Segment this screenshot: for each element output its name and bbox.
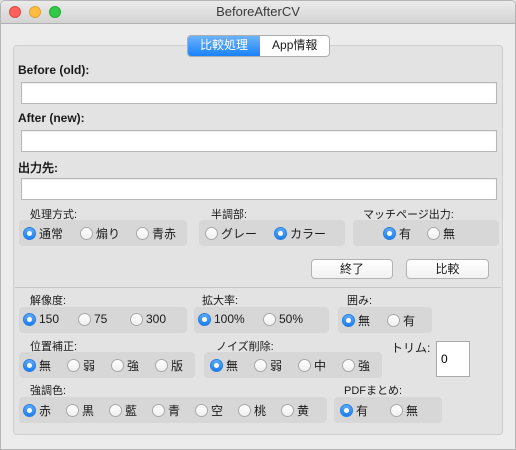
output-label: 出力先:	[18, 161, 58, 175]
radio-unselected-icon	[281, 404, 294, 417]
radio-unselected-icon	[155, 359, 168, 372]
resolution-group: 150 75 300	[19, 307, 187, 333]
radio-selected-icon	[23, 404, 36, 417]
radio-unselected-icon	[66, 404, 79, 417]
zoom-group: 100% 50%	[194, 307, 329, 333]
position-group: 無 弱 強 版	[19, 352, 195, 378]
highlight-option-sky[interactable]: 空	[195, 402, 223, 419]
before-input[interactable]	[21, 82, 497, 104]
noise-option-weak[interactable]: 弱	[254, 357, 282, 374]
processing-option-aori[interactable]: 煽り	[80, 225, 120, 242]
radio-unselected-icon	[111, 359, 124, 372]
radio-selected-icon	[274, 227, 287, 240]
pdf-merge-group-label: PDFまとめ:	[344, 385, 403, 397]
radio-selected-icon	[383, 227, 396, 240]
radio-unselected-icon	[109, 404, 122, 417]
trim-label: トリム:	[391, 341, 431, 355]
radio-unselected-icon	[80, 227, 93, 240]
noise-option-none[interactable]: 無	[210, 357, 238, 374]
highlight-group: 赤 黒 藍 青 空 桃 黄	[19, 397, 327, 423]
highlight-option-black[interactable]: 黒	[66, 402, 94, 419]
highlight-option-yellow[interactable]: 黄	[281, 402, 309, 419]
position-option-plate[interactable]: 版	[155, 357, 183, 374]
frame-group-label: 囲み:	[347, 295, 373, 307]
match-page-group: 有 無	[353, 220, 499, 246]
radio-selected-icon	[210, 359, 223, 372]
radio-unselected-icon	[136, 227, 149, 240]
pdf-merge-option-yes[interactable]: 有	[340, 402, 368, 419]
radio-selected-icon	[342, 314, 355, 327]
radio-unselected-icon	[78, 312, 91, 326]
title-bar: BeforeAfterCV	[1, 1, 515, 24]
radio-unselected-icon	[298, 359, 311, 372]
section-divider	[15, 287, 501, 288]
radio-unselected-icon	[390, 404, 403, 417]
noise-option-strong[interactable]: 強	[342, 357, 370, 374]
processing-option-normal[interactable]: 通常	[23, 225, 63, 242]
match-page-option-no[interactable]: 無	[427, 225, 455, 242]
radio-unselected-icon	[152, 404, 165, 417]
after-label: After (new):	[18, 111, 85, 125]
radio-unselected-icon	[263, 312, 276, 326]
position-option-strong[interactable]: 強	[111, 357, 139, 374]
highlight-group-label: 強調色:	[30, 385, 67, 397]
position-option-weak[interactable]: 弱	[67, 357, 95, 374]
window-title: BeforeAfterCV	[216, 4, 300, 19]
radio-unselected-icon	[67, 359, 80, 372]
pdf-merge-group: 有 無	[334, 397, 442, 423]
highlight-option-indigo[interactable]: 藍	[109, 402, 137, 419]
tab-bar: 比較処理 App情報	[187, 35, 331, 57]
radio-unselected-icon	[387, 314, 400, 327]
resolution-option-300[interactable]: 300	[130, 312, 166, 326]
halftone-group: グレー カラー	[199, 220, 345, 246]
before-label: Before (old):	[18, 63, 90, 77]
tab-compare[interactable]: 比較処理	[188, 36, 261, 56]
zoom-group-label: 拡大率:	[202, 295, 239, 307]
finish-button[interactable]: 終了	[311, 259, 393, 279]
highlight-option-red[interactable]: 赤	[23, 402, 51, 419]
resolution-option-150[interactable]: 150	[23, 312, 59, 326]
match-page-option-yes[interactable]: 有	[383, 225, 411, 242]
radio-unselected-icon	[254, 359, 267, 372]
radio-selected-icon	[23, 312, 36, 326]
radio-unselected-icon	[130, 312, 143, 326]
radio-unselected-icon	[238, 404, 251, 417]
resolution-option-75[interactable]: 75	[78, 312, 107, 326]
halftone-option-gray[interactable]: グレー	[205, 225, 257, 242]
highlight-option-blue[interactable]: 青	[152, 402, 180, 419]
radio-unselected-icon	[195, 404, 208, 417]
processing-option-blue-red[interactable]: 青赤	[136, 225, 176, 242]
frame-option-yes[interactable]: 有	[387, 312, 415, 329]
noise-group: 無 弱 中 強	[204, 352, 382, 378]
frame-group: 無 有	[338, 307, 432, 333]
app-window: BeforeAfterCV 比較処理 App情報 Before (old): A…	[0, 0, 516, 450]
processing-group: 通常 煽り 青赤	[19, 220, 187, 246]
zoom-option-50[interactable]: 50%	[263, 312, 303, 326]
output-input[interactable]	[21, 178, 497, 200]
pdf-merge-option-no[interactable]: 無	[390, 402, 418, 419]
highlight-option-pink[interactable]: 桃	[238, 402, 266, 419]
after-input[interactable]	[21, 130, 497, 152]
radio-selected-icon	[340, 404, 353, 417]
resolution-group-label: 解像度:	[30, 295, 67, 307]
tab-app-info[interactable]: App情報	[260, 36, 329, 56]
radio-selected-icon	[198, 312, 211, 326]
radio-unselected-icon	[427, 227, 440, 240]
zoom-option-100[interactable]: 100%	[198, 312, 245, 326]
trim-input[interactable]	[436, 341, 470, 377]
radio-selected-icon	[23, 359, 36, 372]
compare-button[interactable]: 比較	[406, 259, 489, 279]
radio-unselected-icon	[342, 359, 355, 372]
radio-selected-icon	[23, 227, 36, 240]
radio-unselected-icon	[205, 227, 218, 240]
position-option-none[interactable]: 無	[23, 357, 51, 374]
frame-option-none[interactable]: 無	[342, 312, 370, 329]
halftone-option-color[interactable]: カラー	[274, 225, 326, 242]
noise-option-medium[interactable]: 中	[298, 357, 326, 374]
